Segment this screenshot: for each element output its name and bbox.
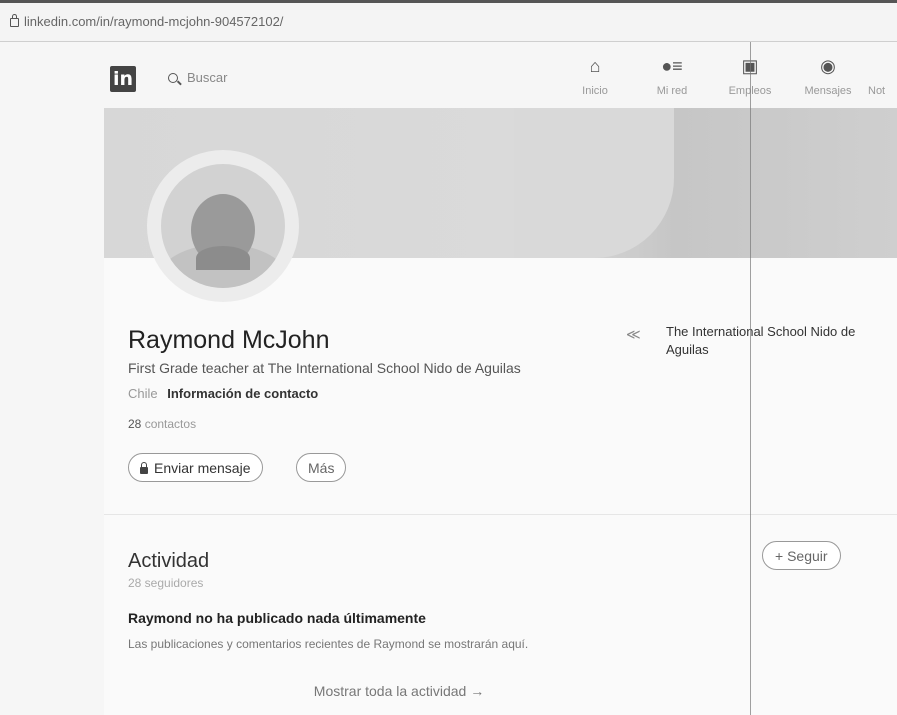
top-navigation: in Buscar ⌂ Inicio ●≡ Mi red ▣ Empleos ◉… bbox=[78, 42, 897, 106]
nav-label-mi-red: Mi red bbox=[656, 85, 688, 97]
school-logo-icon: ≪ bbox=[626, 326, 641, 342]
school-link[interactable]: The International School Nido de Aguilas bbox=[666, 323, 876, 359]
connections-number: 28 bbox=[128, 417, 142, 431]
show-all-activity-link[interactable]: Mostrar toda la actividad → bbox=[104, 683, 694, 699]
search-box[interactable]: Buscar bbox=[168, 70, 227, 85]
follow-button[interactable]: + Seguir bbox=[762, 541, 841, 570]
notifications-icon bbox=[868, 54, 897, 78]
nav-label-inicio: Inicio bbox=[582, 85, 608, 97]
address-bar[interactable]: linkedin.com/in/raymond-mcjohn-904572102… bbox=[0, 3, 897, 42]
nav-item-mensajes[interactable]: ◉ Mensajes bbox=[798, 54, 858, 97]
scan-artifact-line bbox=[750, 42, 751, 715]
send-message-button[interactable]: Enviar mensaje bbox=[128, 453, 263, 482]
search-placeholder: Buscar bbox=[187, 70, 228, 85]
nav-item-inicio[interactable]: ⌂ Inicio bbox=[565, 54, 625, 97]
activity-empty-title: Raymond no ha publicado nada últimamente bbox=[128, 610, 426, 626]
activity-empty-description: Las publicaciones y comentarios reciente… bbox=[128, 637, 529, 651]
home-icon: ⌂ bbox=[589, 56, 601, 76]
connections-count[interactable]: 28 contactos bbox=[128, 417, 196, 431]
nav-item-mi-red[interactable]: ●≡ Mi red bbox=[642, 54, 702, 97]
search-icon bbox=[168, 73, 178, 83]
profile-location: Chile bbox=[128, 386, 158, 401]
contact-info-link[interactable]: Información de contacto bbox=[167, 386, 318, 401]
more-button[interactable]: Más bbox=[296, 453, 347, 482]
lock-icon bbox=[140, 462, 148, 474]
followers-count: 28 seguidores bbox=[128, 576, 204, 590]
nav-label-notificaciones: Not bbox=[868, 85, 886, 97]
section-divider bbox=[104, 514, 897, 515]
banner-shape bbox=[514, 108, 674, 258]
profile-avatar[interactable] bbox=[147, 150, 299, 302]
nav-item-notificaciones[interactable]: Not bbox=[868, 54, 897, 97]
connections-label: contactos bbox=[144, 417, 197, 431]
messages-icon: ◉ bbox=[820, 56, 836, 76]
profile-name: Raymond McJohn bbox=[128, 326, 330, 354]
avatar-neck bbox=[196, 246, 250, 270]
avatar-placeholder-icon bbox=[161, 164, 285, 288]
profile-headline: First Grade teacher at The International… bbox=[128, 360, 521, 376]
profile-location-line: Chile Información de contacto bbox=[128, 386, 318, 401]
send-message-label: Enviar mensaje bbox=[154, 460, 251, 476]
network-icon: ●≡ bbox=[661, 56, 683, 76]
activity-title: Actividad bbox=[128, 550, 210, 572]
url-text[interactable]: linkedin.com/in/raymond-mcjohn-904572102… bbox=[24, 14, 283, 29]
nav-label-mensajes: Mensajes bbox=[804, 85, 852, 97]
lock-icon bbox=[10, 14, 19, 27]
linkedin-logo[interactable]: in bbox=[110, 66, 136, 92]
